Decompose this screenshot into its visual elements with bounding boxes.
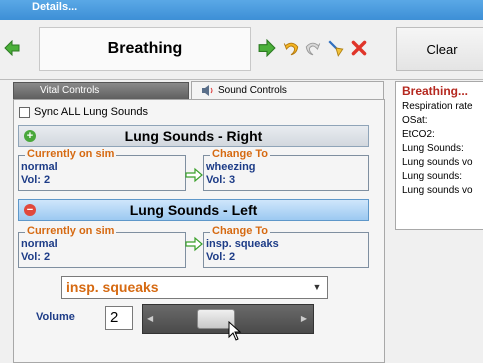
- tab-vital-controls[interactable]: Vital Controls: [13, 82, 189, 99]
- left-current-sound: normal: [21, 238, 58, 250]
- toolbar: Breathing Clear: [0, 20, 483, 80]
- info-line: OSat:: [402, 115, 428, 126]
- slider-right-arrow-icon[interactable]: ▶: [301, 314, 307, 323]
- left-current-vol: Vol: 2: [21, 251, 51, 263]
- right-change-group: Change To wheezing Vol: 3: [203, 148, 369, 191]
- info-title: Breathing...: [402, 84, 469, 98]
- group-title: Change To: [210, 225, 271, 237]
- change-arrow-icon: [185, 236, 203, 252]
- lung-right-title: Lung Sounds - Right: [124, 128, 263, 144]
- lung-left-header[interactable]: − Lung Sounds - Left: [18, 199, 369, 221]
- group-title: Change To: [210, 148, 271, 160]
- speaker-icon: [202, 85, 213, 96]
- right-current-vol: Vol: 2: [21, 174, 51, 186]
- tab-sound-controls[interactable]: Sound Controls: [191, 81, 384, 100]
- mouse-cursor-icon: [228, 321, 242, 341]
- section-title: Breathing: [39, 27, 251, 71]
- sync-checkbox[interactable]: [19, 107, 30, 118]
- lung-left-title: Lung Sounds - Left: [129, 202, 258, 218]
- lung-right-header[interactable]: + Lung Sounds - Right: [18, 125, 369, 147]
- sync-label: Sync ALL Lung Sounds: [34, 106, 148, 118]
- tab-label: Vital Controls: [40, 85, 100, 96]
- left-change-sound: insp. squeaks: [206, 238, 279, 250]
- left-change-group: Change To insp. squeaks Vol: 2: [203, 225, 369, 268]
- expand-icon: +: [24, 130, 36, 142]
- back-arrow-icon[interactable]: [4, 40, 20, 56]
- info-line: Lung sounds vo: [402, 157, 473, 168]
- right-current-group: Currently on sim normal Vol: 2: [18, 148, 186, 191]
- broom-icon[interactable]: [327, 39, 345, 57]
- change-arrow-icon: [185, 167, 203, 183]
- volume-label: Volume: [36, 311, 75, 323]
- group-title: Currently on sim: [25, 225, 117, 237]
- chevron-down-icon[interactable]: ▼: [307, 277, 327, 298]
- info-line: Lung Sounds:: [402, 143, 464, 154]
- info-line: EtCO2:: [402, 129, 435, 140]
- group-title: Currently on sim: [25, 148, 117, 160]
- collapse-icon: −: [24, 204, 36, 216]
- info-line: Lung sounds vo: [402, 185, 473, 196]
- forward-arrow-icon[interactable]: [258, 39, 276, 57]
- left-current-group: Currently on sim normal Vol: 2: [18, 225, 186, 268]
- info-panel: Breathing... Respiration rate OSat: EtCO…: [395, 81, 483, 230]
- info-line: Lung sounds:: [402, 171, 463, 182]
- volume-input[interactable]: 2: [105, 306, 133, 330]
- info-line: Respiration rate: [402, 101, 473, 112]
- undo-icon[interactable]: [282, 39, 300, 57]
- left-change-vol: Vol: 2: [206, 251, 236, 263]
- right-change-vol: Vol: 3: [206, 174, 236, 186]
- window-title: Details...: [0, 0, 483, 20]
- redo-icon[interactable]: [304, 39, 322, 57]
- right-current-sound: normal: [21, 161, 58, 173]
- right-change-sound: wheezing: [206, 161, 256, 173]
- clear-button[interactable]: Clear: [396, 27, 483, 71]
- lung-sound-dropdown[interactable]: insp. squeaks: [61, 276, 328, 299]
- close-icon[interactable]: [350, 39, 368, 57]
- slider-left-arrow-icon[interactable]: ◀: [147, 314, 153, 323]
- tab-label: Sound Controls: [218, 85, 287, 96]
